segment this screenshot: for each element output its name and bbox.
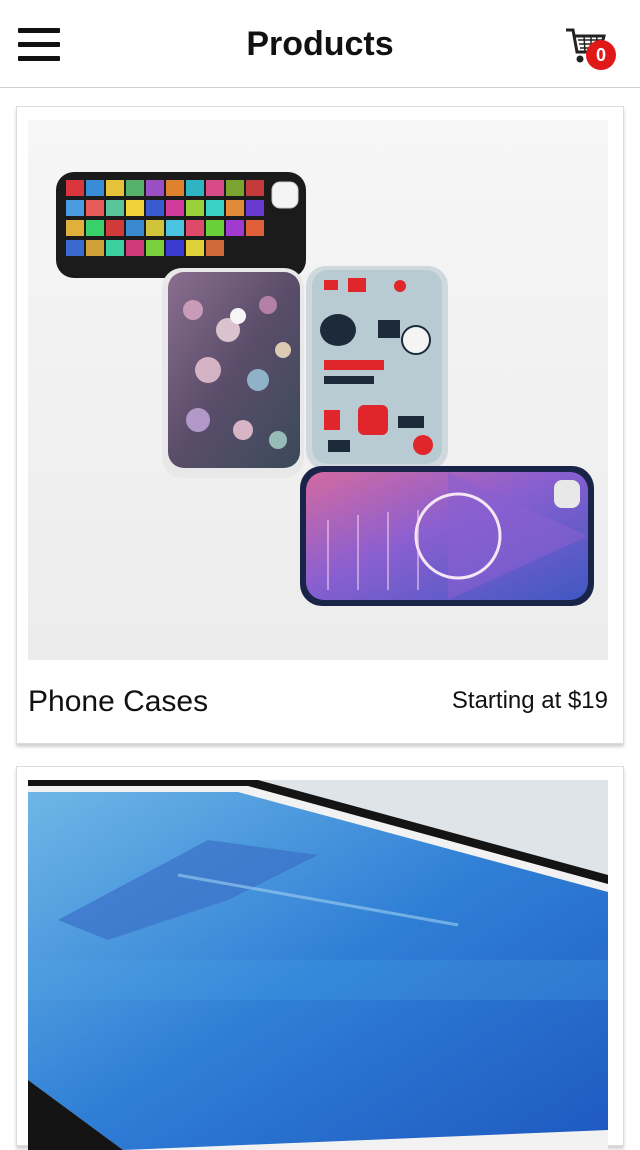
product-name: Phone Cases bbox=[28, 685, 209, 718]
product-image-phone-cases bbox=[28, 120, 608, 660]
top-nav-bar: Products 0 bbox=[0, 0, 640, 88]
product-image-framed-print bbox=[28, 780, 608, 1150]
page-title: Products bbox=[246, 25, 394, 63]
product-card-framed-print[interactable] bbox=[16, 766, 624, 1150]
cart-count-badge: 0 bbox=[586, 40, 616, 70]
product-price: Starting at $19 bbox=[451, 687, 608, 714]
product-card-phone-cases[interactable]: Phone Cases Starting at $19 bbox=[16, 106, 624, 744]
cart-button[interactable]: 0 bbox=[560, 20, 620, 74]
